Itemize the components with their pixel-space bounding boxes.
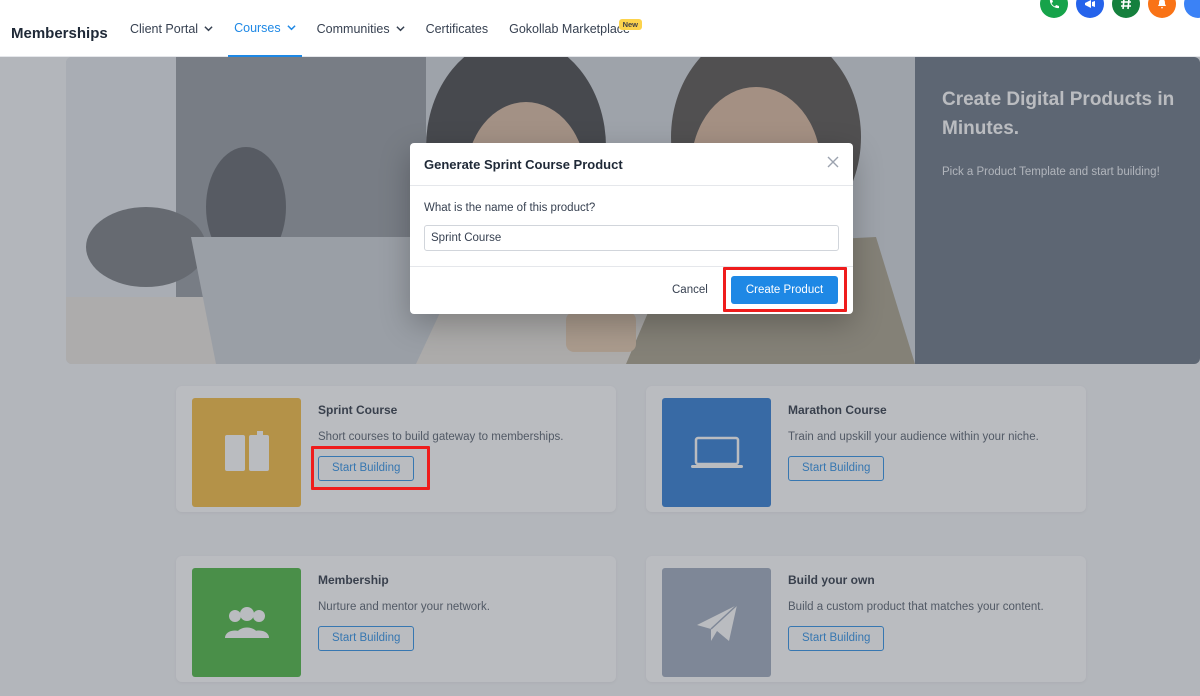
product-name-input[interactable] bbox=[424, 225, 839, 251]
chevron-down-icon bbox=[287, 25, 296, 31]
nav-certificates[interactable]: Certificates bbox=[420, 0, 495, 57]
top-nav: Memberships Client Portal Courses Commun… bbox=[0, 0, 1200, 57]
avatar-icon[interactable] bbox=[1184, 0, 1200, 18]
megaphone-icon[interactable] bbox=[1076, 0, 1104, 18]
nav-certificates-label: Certificates bbox=[425, 21, 489, 36]
header-actions bbox=[1040, 0, 1200, 18]
nav-client-portal[interactable]: Client Portal bbox=[124, 0, 219, 57]
generate-product-modal: Generate Sprint Course Product What is t… bbox=[410, 143, 853, 314]
brand-title: Memberships bbox=[11, 25, 108, 42]
nav-menu: Client Portal Courses Communities Certif… bbox=[124, 0, 645, 57]
close-icon[interactable] bbox=[827, 156, 839, 168]
new-badge: New bbox=[618, 19, 643, 30]
hashtag-icon[interactable] bbox=[1112, 0, 1140, 18]
modal-header: Generate Sprint Course Product bbox=[410, 143, 853, 186]
create-product-button[interactable]: Create Product bbox=[731, 276, 838, 304]
bell-icon[interactable] bbox=[1148, 0, 1176, 18]
nav-marketplace-label: Gokollab Marketplace bbox=[509, 21, 631, 36]
nav-communities-label: Communities bbox=[316, 21, 390, 36]
modal-title: Generate Sprint Course Product bbox=[424, 157, 623, 172]
nav-courses-label: Courses bbox=[234, 20, 281, 35]
nav-courses[interactable]: Courses bbox=[228, 0, 302, 57]
chevron-down-icon bbox=[395, 26, 405, 32]
chevron-down-icon bbox=[204, 26, 213, 32]
nav-marketplace[interactable]: Gokollab Marketplace New bbox=[503, 0, 643, 57]
nav-communities[interactable]: Communities bbox=[311, 0, 411, 57]
phone-icon[interactable] bbox=[1040, 0, 1068, 18]
nav-client-portal-label: Client Portal bbox=[130, 21, 199, 36]
cancel-button[interactable]: Cancel bbox=[672, 284, 708, 296]
product-name-label: What is the name of this product? bbox=[424, 202, 596, 214]
